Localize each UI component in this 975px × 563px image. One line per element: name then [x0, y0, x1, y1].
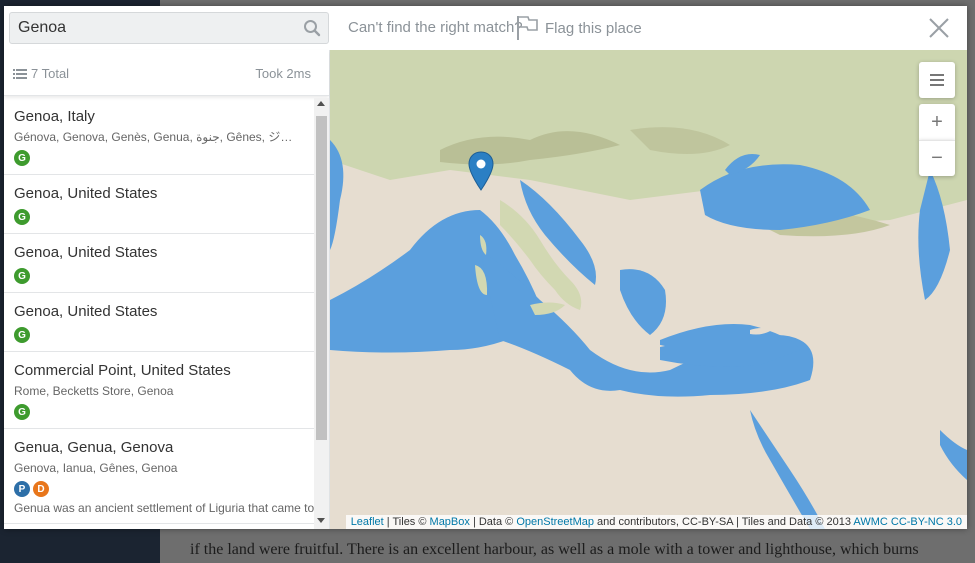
source-badges: G [14, 268, 304, 284]
attribution-data-text: | Data © [469, 516, 517, 528]
place-search-modal: Can't find the right match? Flag this pl… [4, 6, 967, 529]
search-icon[interactable] [303, 19, 321, 37]
source-badges: PD [14, 481, 304, 497]
result-list: Genoa, Italy Génova, Genova, Genès, Genua… [4, 98, 314, 529]
source-badge: G [14, 404, 30, 420]
results-header: 7 Total Took 2ms [4, 50, 329, 96]
source-badge: G [14, 327, 30, 343]
mapbox-link[interactable]: MapBox [430, 516, 470, 528]
layers-control[interactable] [919, 62, 955, 98]
result-item[interactable]: Genoa, United States G [4, 175, 314, 234]
result-list-scrollbar[interactable] [314, 98, 329, 529]
result-alternate-names: Génova, Genova, Genès, Genua, جنوة, Gêne… [14, 130, 304, 144]
zoom-in-icon: + [931, 110, 943, 133]
result-title: Genua, Genua, Genova [14, 439, 174, 456]
flag-place-button[interactable]: Flag this place [516, 13, 642, 43]
results-total-label: 7 Total [31, 66, 70, 81]
map-view[interactable]: + − Leaflet | Tiles © MapBox | Data © Op… [330, 50, 967, 529]
scroll-down-arrow[interactable] [317, 518, 325, 523]
background-article-text: if the land were fruitful. There is an e… [190, 541, 919, 558]
result-item[interactable]: Genoa, Italy Génova, Genova, Genès, Genua… [4, 98, 314, 175]
source-badges: G [14, 327, 304, 343]
source-badge: D [33, 481, 49, 497]
map-attribution: Leaflet | Tiles © MapBox | Data © OpenSt… [345, 515, 967, 529]
attribution-tiles-text: | Tiles © [383, 516, 430, 528]
list-icon [13, 68, 27, 79]
source-badge: P [14, 481, 30, 497]
result-title: Genoa, United States [14, 244, 158, 261]
modal-topbar: Can't find the right match? Flag this pl… [4, 6, 967, 50]
query-time: Took 2ms [255, 66, 311, 81]
map-tiles [330, 50, 967, 529]
result-item[interactable]: Genua, Genua, Genova Genova, Ianua, Gênes… [4, 429, 314, 524]
results-total: 7 Total [13, 66, 69, 81]
map-marker-icon[interactable] [468, 151, 494, 191]
osm-link[interactable]: OpenStreetMap [516, 516, 594, 528]
result-alternate-names: Genova, Ianua, Gênes, Genoa [14, 461, 178, 475]
flag-icon [517, 16, 538, 40]
leaflet-link[interactable]: Leaflet [351, 516, 384, 528]
awmc-link[interactable]: AWMC CC-BY-NC 3.0 [853, 516, 962, 528]
source-badge: G [14, 150, 30, 166]
search-input[interactable] [10, 13, 300, 43]
result-alternate-names: Rome, Becketts Store, Genoa [14, 384, 174, 398]
result-item[interactable]: Genoa, United States G [4, 234, 314, 293]
result-title: Genoa, United States [14, 185, 158, 202]
result-description: Genua was an ancient settlement of Ligur… [14, 501, 314, 515]
source-badges: G [14, 404, 304, 420]
source-badges: G [14, 209, 304, 225]
search-box [9, 12, 329, 44]
source-badge: G [14, 209, 30, 225]
result-title: Commercial Point, United States [14, 362, 231, 379]
scroll-up-arrow[interactable] [317, 101, 325, 106]
attribution-license-text: and contributors, CC-BY-SA | Tiles and D… [593, 516, 854, 528]
flag-place-label: Flag this place [545, 19, 642, 37]
result-item[interactable]: Commercial Point, United States Rome, Bec… [4, 352, 314, 429]
scroll-thumb[interactable] [316, 116, 327, 440]
results-panel: 7 Total Took 2ms Genoa, Italy Génova, Gen… [4, 50, 330, 529]
zoom-in-button[interactable]: + [919, 104, 955, 140]
cant-find-text: Can't find the right match? [348, 19, 523, 36]
zoom-out-icon: − [931, 147, 943, 169]
close-icon[interactable] [927, 16, 951, 40]
source-badge: G [14, 268, 30, 284]
result-title: Genoa, United States [14, 303, 158, 320]
layers-icon [930, 74, 944, 86]
source-badges: G [14, 150, 304, 166]
result-item[interactable]: Genoa, United States G [4, 293, 314, 352]
result-title: Genoa, Italy [14, 108, 95, 125]
zoom-out-button[interactable]: − [919, 140, 955, 176]
